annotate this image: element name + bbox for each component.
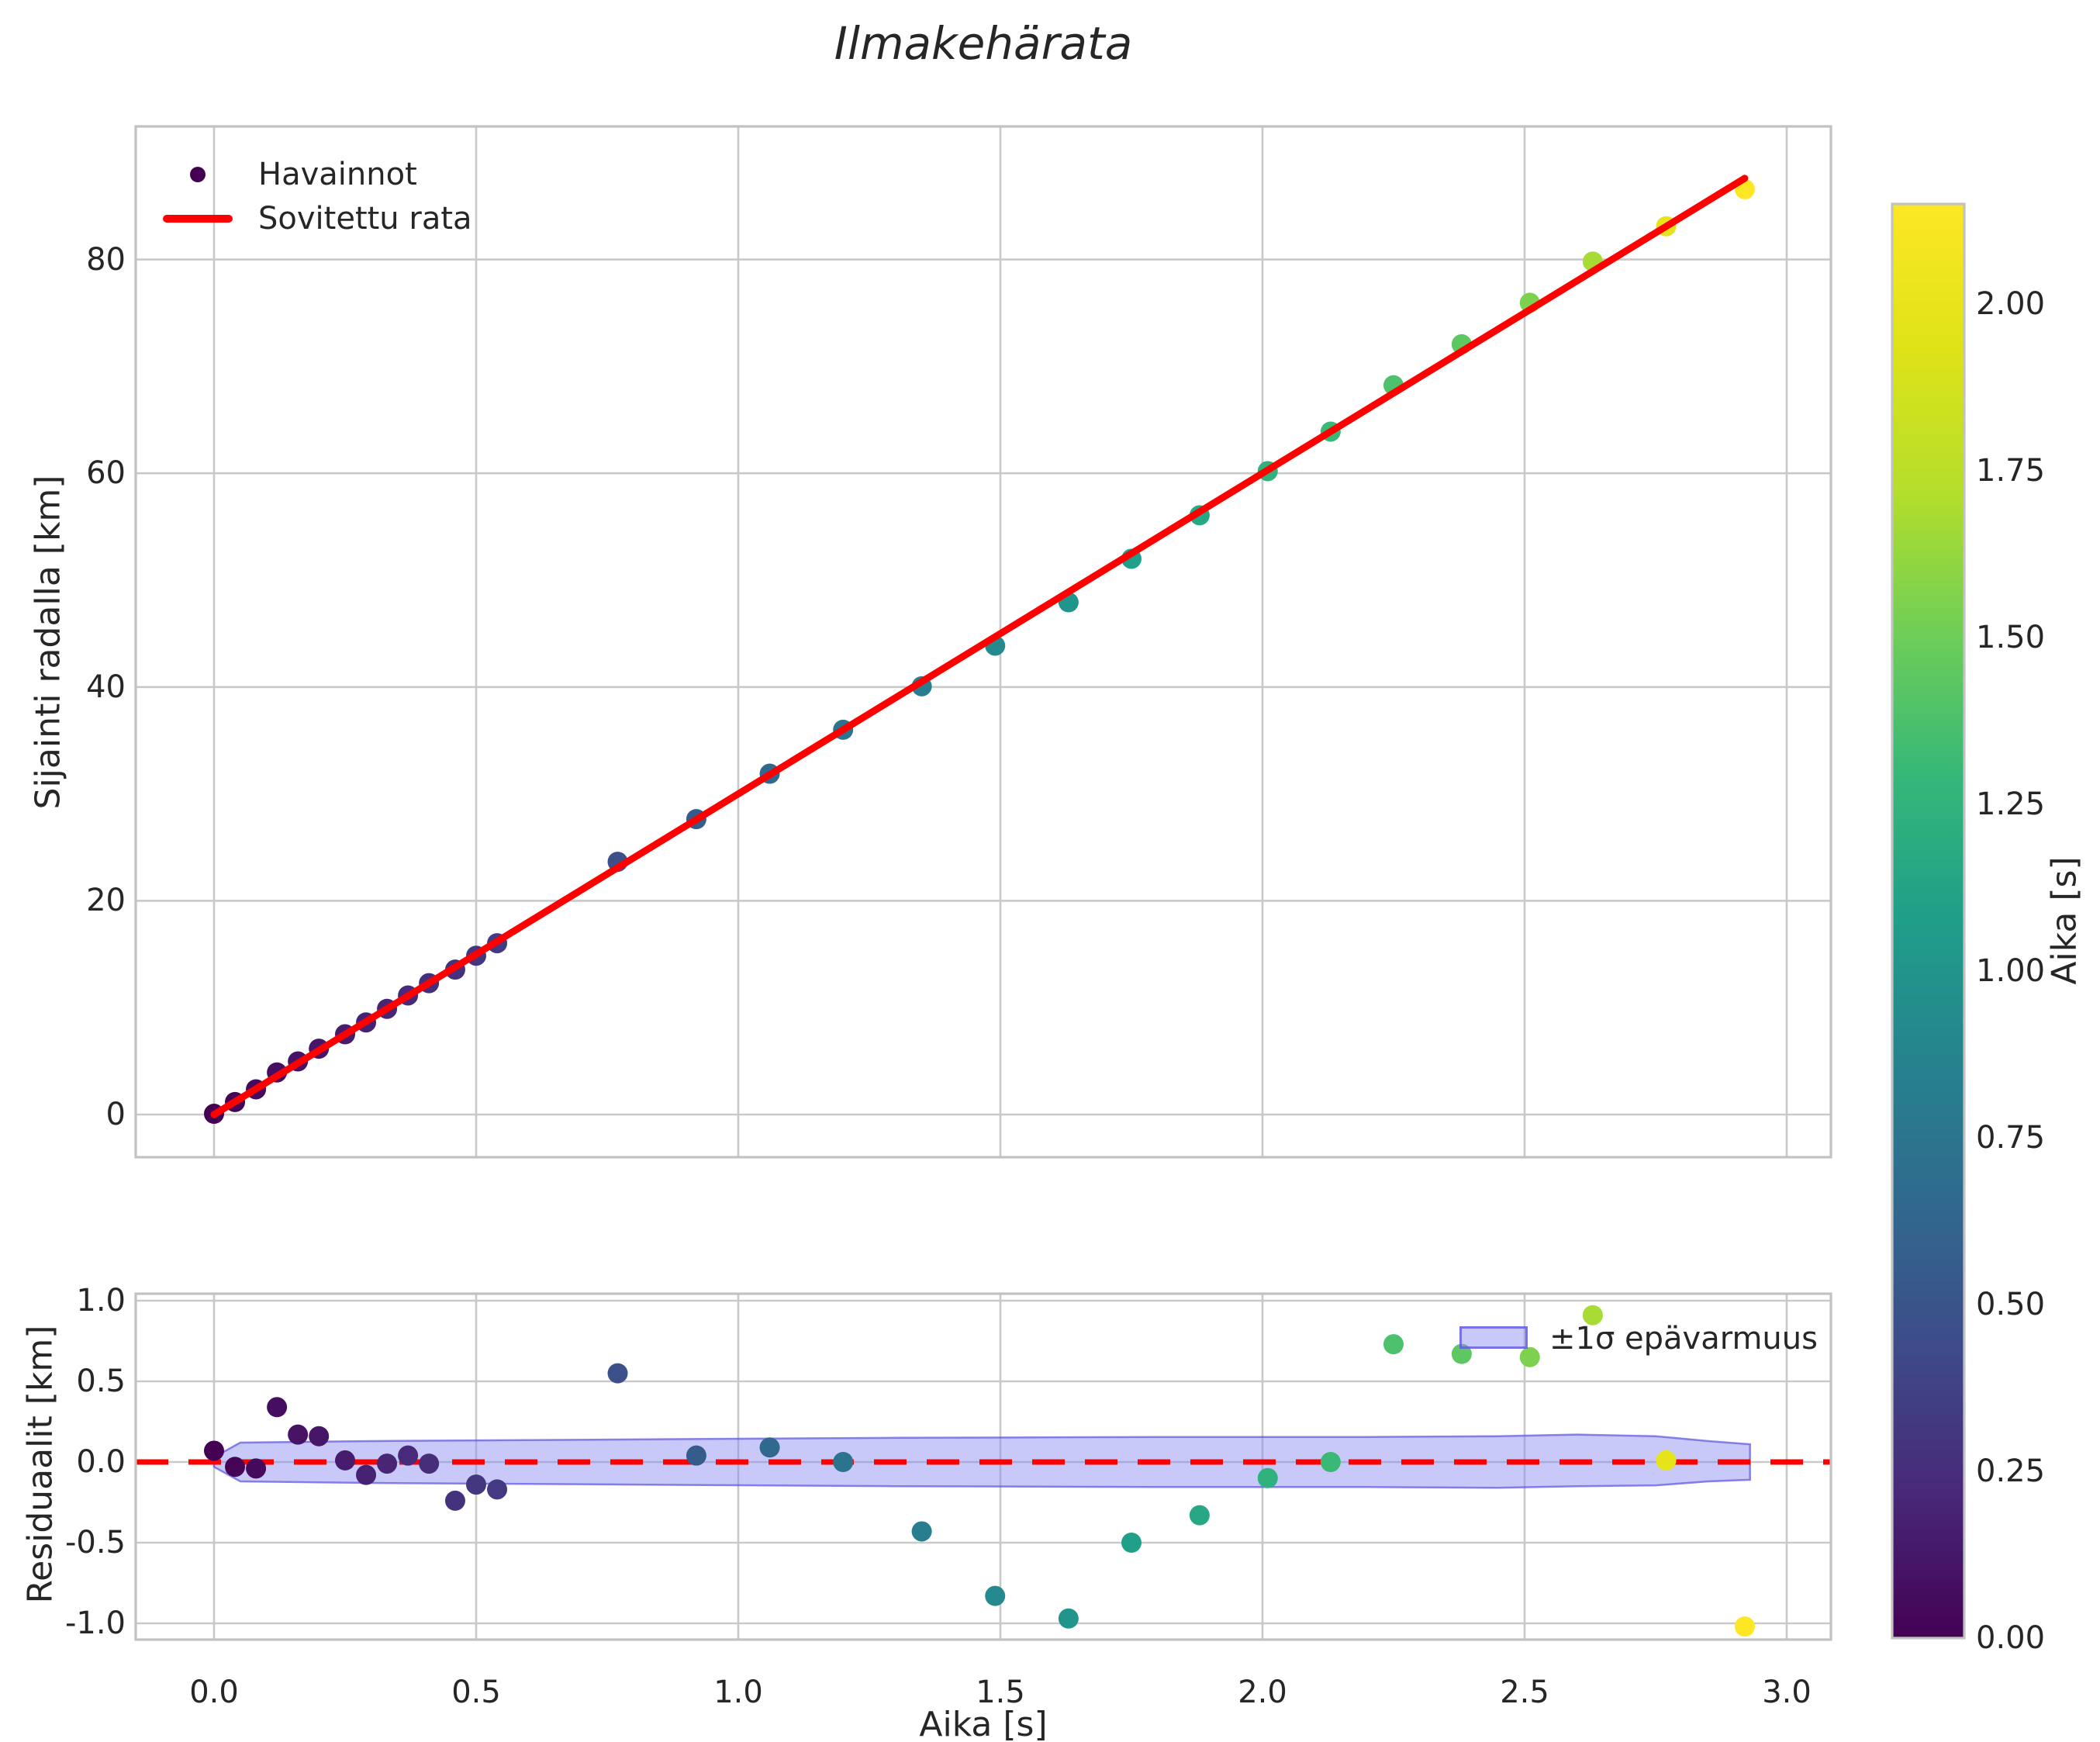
x-tick-label: 2.0 [1238,1675,1287,1710]
residual-point [487,1479,508,1500]
colorbar-tick-label: 1.00 [1976,953,2046,989]
residual-point [1257,1467,1278,1488]
residual-point [466,1474,486,1495]
x-tick-label: 1.5 [976,1675,1025,1710]
residual-point [398,1445,419,1466]
x-tick-label: 0.5 [451,1675,501,1710]
residual-point [1320,1452,1341,1472]
x-tick-label: 3.0 [1762,1675,1812,1710]
top-y-tick-label: 0 [105,1097,126,1132]
residual-point [288,1424,309,1445]
x-tick-label: 2.5 [1500,1675,1549,1710]
residual-point [1189,1505,1210,1526]
residual-y-tick-label: 1.0 [76,1283,126,1319]
residual-point [1734,1616,1755,1637]
top-y-tick-label: 40 [86,669,126,705]
residual-point [833,1452,854,1472]
x-tick-label: 1.0 [713,1675,763,1710]
chart-graphics [134,125,1966,1641]
residual-y-tick-label: -1.0 [64,1605,126,1641]
residual-point [377,1453,398,1474]
residual-y-tick-label: 0.5 [76,1364,126,1399]
residual-point [246,1458,267,1479]
colorbar-tick-label: 0.00 [1976,1620,2046,1656]
residual-y-tick-label: -0.5 [64,1525,126,1561]
figure-canvas: Ilmakehärata Sijainti radalla [km] Resid… [0,0,2100,1742]
residual-point [1058,1608,1079,1629]
top-y-axis-label: Sijainti radalla [km] [28,475,68,810]
top-y-tick-label: 20 [86,883,126,919]
colorbar-tick-label: 1.25 [1976,786,2046,822]
legend-label-fit: Sovitettu rata [258,201,472,237]
residual-point [1383,1334,1404,1355]
residual-point [607,1363,628,1384]
residual-point [911,1521,932,1542]
top-y-tick-label: 60 [86,455,126,492]
legend-label-observations: Havainnot [258,157,417,192]
colorbar-tick-label: 2.00 [1976,286,2046,322]
chart-title: Ilmakehärata [834,17,1133,70]
residual-point [985,1585,1006,1606]
x-tick-label: 0.0 [189,1675,239,1710]
residual-point [419,1453,440,1474]
colorbar-tick-label: 0.25 [1976,1453,2046,1489]
residual-point [267,1397,288,1418]
colorbar-tick-label: 0.50 [1976,1287,2046,1322]
residual-point [1121,1533,1142,1553]
residual-point [759,1437,780,1458]
fit-line [210,175,1749,1118]
top-y-tick-label: 80 [86,241,126,278]
colorbar-tick-label: 1.50 [1976,620,2046,655]
observations-marker-icon [190,167,206,182]
residual-y-tick-label: 0.0 [76,1444,126,1480]
residual-point [1519,1346,1540,1367]
residual-point [335,1450,355,1471]
residual-point [204,1440,224,1461]
residual-point [225,1457,246,1478]
residual-point [309,1426,330,1446]
residual-point [686,1445,706,1466]
uncertainty-band-swatch-icon [1459,1326,1528,1349]
colorbar-tick-label: 1.75 [1976,453,2046,489]
residual-point [356,1464,377,1485]
colorbar-tick-label: 0.75 [1976,1120,2046,1156]
legend-label-uncertainty: ±1σ epävarmuus [1549,1321,1818,1357]
colorbar-gradient [1891,202,1966,1640]
residual-point [444,1490,465,1511]
fit-line-swatch-icon [163,215,233,223]
residual-point [1656,1450,1677,1471]
